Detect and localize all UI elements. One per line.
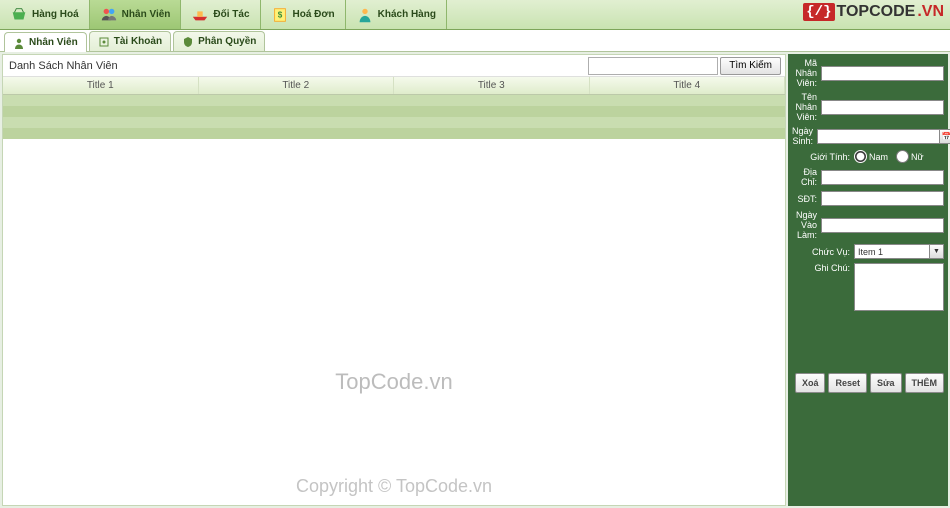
list-header: Danh Sách Nhân Viên Tìm Kiếm — [3, 55, 785, 77]
label-ghi-chu: Ghi Chú: — [792, 263, 850, 273]
input-dia-chi[interactable] — [821, 170, 944, 185]
tab-label: Nhân Viên — [29, 37, 78, 48]
label-sdt: SĐT: — [792, 194, 817, 204]
select-chuc-vu[interactable]: Item 1 — [854, 244, 929, 259]
basket-icon — [10, 6, 28, 24]
toolbar-label: Đối Tác — [213, 9, 249, 20]
tab-tai-khoan[interactable]: Tài Khoản — [89, 31, 171, 51]
label-ten-nv: Tên Nhân Viên: — [792, 92, 817, 122]
permission-icon — [182, 36, 194, 48]
form-panel: Mã Nhân Viên: Tên Nhân Viên: Ngày Sinh: … — [788, 54, 948, 506]
customer-icon — [356, 6, 374, 24]
logo-bracket-icon: {/} — [803, 3, 834, 21]
label-ma-nv: Mã Nhân Viên: — [792, 58, 817, 88]
label-ngay-sinh: Ngày Sinh: — [792, 126, 813, 146]
tab-label: Phân Quyền — [198, 36, 256, 47]
reset-button[interactable]: Reset — [828, 373, 867, 393]
label-gioi-tinh: Giới Tính: — [792, 152, 850, 162]
person-icon — [13, 37, 25, 49]
label-ngay-vao-lam: Ngày Vào Làm: — [792, 210, 817, 240]
input-ma-nv[interactable] — [821, 66, 944, 81]
logo: {/} TOPCODE.VN — [803, 3, 944, 21]
svg-text:$: $ — [277, 10, 282, 19]
radio-nam[interactable] — [854, 150, 867, 163]
account-icon — [98, 36, 110, 48]
toolbar-nhan-vien[interactable]: Nhân Viên — [90, 0, 182, 29]
col-title4[interactable]: Title 4 — [590, 77, 786, 94]
main-toolbar: Hàng Hoá Nhân Viên Đối Tác $ Hoá Đơn Khá… — [0, 0, 950, 30]
edit-button[interactable]: Sửa — [870, 373, 902, 393]
textarea-ghi-chu[interactable] — [854, 263, 944, 311]
input-ten-nv[interactable] — [821, 100, 944, 115]
sub-tabs: Nhân Viên Tài Khoản Phân Quyền — [0, 30, 950, 52]
search-input[interactable] — [588, 57, 718, 75]
people-icon — [100, 6, 118, 24]
table-header: Title 1 Title 2 Title 3 Title 4 — [3, 77, 785, 95]
table-body: TopCode.vn — [3, 139, 785, 505]
input-ngay-vao-lam[interactable] — [821, 218, 944, 233]
col-title2[interactable]: Title 2 — [199, 77, 395, 94]
delete-button[interactable]: Xoá — [795, 373, 826, 393]
input-sdt[interactable] — [821, 191, 944, 206]
label-dia-chi: Địa Chỉ: — [792, 167, 817, 187]
chevron-down-icon[interactable]: ▼ — [929, 244, 944, 259]
calendar-icon[interactable]: 📅 — [939, 129, 950, 144]
invoice-icon: $ — [271, 6, 289, 24]
search-wrap: Tìm Kiếm — [588, 57, 781, 75]
toolbar-doi-tac[interactable]: Đối Tác — [181, 0, 260, 29]
form-buttons: Xoá Reset Sửa THÊM — [792, 373, 944, 393]
toolbar-hang-hoa[interactable]: Hàng Hoá — [0, 0, 90, 29]
radio-nam-wrap[interactable]: Nam — [854, 150, 888, 163]
tab-label: Tài Khoản — [114, 36, 162, 47]
col-title1[interactable]: Title 1 — [3, 77, 199, 94]
add-button[interactable]: THÊM — [905, 373, 945, 393]
label-chuc-vu: Chức Vụ: — [792, 247, 850, 257]
empty-rows — [3, 95, 785, 139]
tab-phan-quyen[interactable]: Phân Quyền — [173, 31, 265, 51]
toolbar-label: Hoá Đơn — [293, 9, 335, 20]
toolbar-label: Nhân Viên — [122, 9, 171, 20]
radio-nu-wrap[interactable]: Nữ — [896, 150, 924, 163]
list-panel: Danh Sách Nhân Viên Tìm Kiếm Title 1 Tit… — [2, 54, 786, 506]
toolbar-hoa-don[interactable]: $ Hoá Đơn — [261, 0, 346, 29]
list-title: Danh Sách Nhân Viên — [7, 60, 118, 72]
col-title3[interactable]: Title 3 — [394, 77, 590, 94]
watermark-center: TopCode.vn — [335, 369, 452, 395]
radio-nu[interactable] — [896, 150, 909, 163]
logo-text: TOPCODE — [837, 3, 916, 21]
input-ngay-sinh[interactable] — [817, 129, 939, 144]
logo-suffix: .VN — [917, 3, 944, 21]
main-area: Danh Sách Nhân Viên Tìm Kiếm Title 1 Tit… — [0, 52, 950, 508]
ship-icon — [191, 6, 209, 24]
toolbar-khach-hang[interactable]: Khách Hàng — [346, 0, 447, 29]
search-button[interactable]: Tìm Kiếm — [720, 57, 781, 75]
toolbar-label: Khách Hàng — [378, 9, 436, 20]
toolbar-label: Hàng Hoá — [32, 9, 79, 20]
tab-nhan-vien[interactable]: Nhân Viên — [4, 32, 87, 52]
